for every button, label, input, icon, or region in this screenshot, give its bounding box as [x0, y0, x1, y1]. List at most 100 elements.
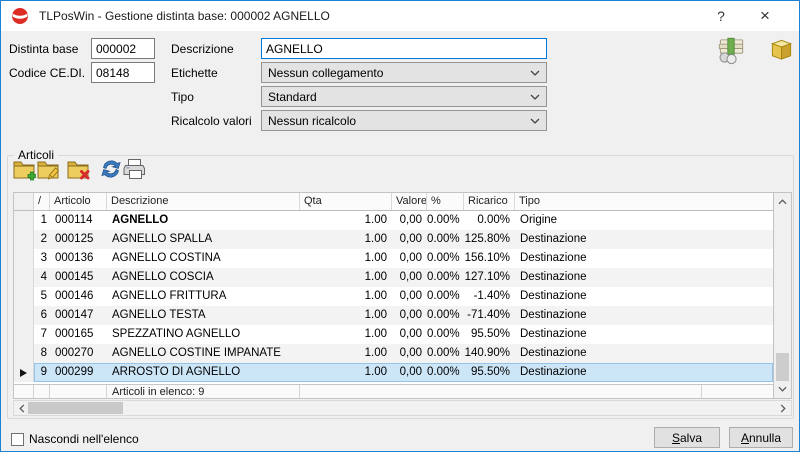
distinta-base-input[interactable]: [91, 38, 155, 59]
articles-grid-content: / Articolo Descrizione Qta Valore % Rica…: [14, 193, 773, 398]
print-button[interactable]: [121, 156, 147, 184]
cell-tipo: Destinazione: [515, 230, 773, 249]
cell-ric: 95.50%: [464, 325, 515, 344]
scroll-up-icon[interactable]: [774, 193, 791, 211]
row-marker: [14, 211, 34, 230]
cell-pct: 0.00%: [427, 287, 464, 306]
tipo-select[interactable]: Standard: [261, 86, 547, 107]
cell-qta: 1.00: [300, 230, 392, 249]
app-logo-icon: [11, 7, 29, 25]
money-button[interactable]: [715, 35, 747, 68]
cell-tipo: Destinazione: [515, 287, 773, 306]
tipo-label: Tipo: [171, 90, 194, 104]
column-header-marker[interactable]: [14, 193, 34, 210]
cell-ric: 125.80%: [464, 230, 515, 249]
descrizione-input[interactable]: [261, 38, 547, 59]
cell-idx: 9: [34, 363, 50, 382]
cell-art: 000165: [50, 325, 107, 344]
etichette-label: Etichette: [171, 66, 218, 80]
cell-idx: 5: [34, 287, 50, 306]
cell-desc: AGNELLO COSTINA: [107, 249, 300, 268]
add-article-button[interactable]: [11, 156, 37, 184]
column-header-ricarico[interactable]: Ricarico: [464, 193, 515, 210]
row-marker: [14, 268, 34, 287]
grid-header-row: / Articolo Descrizione Qta Valore % Rica…: [14, 193, 773, 211]
table-row[interactable]: 2000125AGNELLO SPALLA1.000,000.00%125.80…: [14, 230, 773, 249]
table-row[interactable]: 8000270AGNELLO COSTINE IMPANATE1.000,000…: [14, 344, 773, 363]
cell-tipo: Destinazione: [515, 325, 773, 344]
cell-qta: 1.00: [300, 211, 392, 230]
codice-cedi-label: Codice CE.DI.: [9, 66, 85, 80]
horizontal-scrollbar-thumb[interactable]: [28, 402, 123, 414]
delete-article-button[interactable]: [65, 156, 91, 184]
row-marker: [14, 363, 34, 382]
cell-desc: AGNELLO COSCIA: [107, 268, 300, 287]
cell-tipo: Destinazione: [515, 268, 773, 287]
cell-qta: 1.00: [300, 344, 392, 363]
cell-idx: 2: [34, 230, 50, 249]
cell-qta: 1.00: [300, 287, 392, 306]
cell-pct: 0.00%: [427, 211, 464, 230]
vertical-scrollbar[interactable]: [773, 193, 791, 398]
cell-ric: 156.10%: [464, 249, 515, 268]
row-marker: [14, 230, 34, 249]
table-row[interactable]: 3000136AGNELLO COSTINA1.000,000.00%156.1…: [14, 249, 773, 268]
cell-art: 000114: [50, 211, 107, 230]
edit-article-button[interactable]: [35, 156, 61, 184]
table-row[interactable]: 7000165SPEZZATINO AGNELLO1.000,000.00%95…: [14, 325, 773, 344]
codice-cedi-input[interactable]: [91, 62, 155, 83]
cell-qta: 1.00: [300, 363, 392, 382]
scroll-right-icon[interactable]: [775, 400, 791, 416]
table-row[interactable]: 4000145AGNELLO COSCIA1.000,000.00%127.10…: [14, 268, 773, 287]
table-row[interactable]: 9000299ARROSTO DI AGNELLO1.000,000.00%95…: [14, 363, 773, 382]
cell-val: 0,00: [392, 325, 427, 344]
column-header-pct[interactable]: %: [427, 193, 464, 210]
cell-val: 0,00: [392, 230, 427, 249]
window-title: TLPosWin - Gestione distinta base: 00000…: [39, 9, 330, 23]
cell-idx: 3: [34, 249, 50, 268]
column-header-tipo[interactable]: Tipo: [515, 193, 773, 210]
column-header-articolo[interactable]: Articolo: [50, 193, 107, 210]
cell-pct: 0.00%: [427, 306, 464, 325]
title-bar: TLPosWin - Gestione distinta base: 00000…: [1, 1, 799, 31]
hide-in-list-label: Nascondi nell'elenco: [29, 432, 139, 446]
add-article-icon: [12, 169, 36, 184]
articles-rows: 1000114AGNELLO1.000,000.00%0.00%Origine2…: [14, 211, 773, 382]
hide-in-list-checkbox[interactable]: [11, 433, 24, 446]
cell-ric: 95.50%: [464, 363, 515, 382]
cell-ric: 127.10%: [464, 268, 515, 287]
row-marker: [14, 287, 34, 306]
chevron-down-icon: [530, 70, 540, 76]
vertical-scrollbar-thumb[interactable]: [776, 353, 789, 381]
ricalcolo-valori-select[interactable]: Nessun ricalcolo: [261, 110, 547, 131]
cell-ric: 0.00%: [464, 211, 515, 230]
table-row[interactable]: 5000146AGNELLO FRITTURA1.000,000.00%-1.4…: [14, 287, 773, 306]
package-button[interactable]: [769, 37, 794, 65]
save-button[interactable]: Salva: [654, 427, 720, 448]
cell-idx: 7: [34, 325, 50, 344]
table-row[interactable]: 6000147AGNELLO TESTA1.000,000.00%-71.40%…: [14, 306, 773, 325]
ricalcolo-selected-value: Nessun ricalcolo: [268, 114, 530, 128]
cell-art: 000147: [50, 306, 107, 325]
scroll-down-icon[interactable]: [774, 380, 791, 398]
close-button[interactable]: ×: [743, 1, 787, 31]
cell-art: 000125: [50, 230, 107, 249]
ricalcolo-valori-label: Ricalcolo valori: [171, 114, 252, 128]
cell-ric: -71.40%: [464, 306, 515, 325]
horizontal-scrollbar[interactable]: [13, 400, 792, 416]
column-header-descrizione[interactable]: Descrizione: [107, 193, 300, 210]
column-header-index[interactable]: /: [34, 193, 50, 210]
etichette-select[interactable]: Nessun collegamento: [261, 62, 547, 83]
column-header-qta[interactable]: Qta: [300, 193, 392, 210]
cell-tipo: Origine: [515, 211, 773, 230]
cell-qta: 1.00: [300, 268, 392, 287]
cell-pct: 0.00%: [427, 325, 464, 344]
column-header-valore[interactable]: Valore: [392, 193, 427, 210]
cancel-button[interactable]: Annulla: [729, 427, 793, 448]
cell-ric: -1.40%: [464, 287, 515, 306]
package-icon: [769, 50, 794, 65]
cell-desc: ARROSTO DI AGNELLO: [107, 363, 300, 382]
table-row[interactable]: 1000114AGNELLO1.000,000.00%0.00%Origine: [14, 211, 773, 230]
help-button[interactable]: ?: [699, 1, 743, 31]
row-marker: [14, 344, 34, 363]
